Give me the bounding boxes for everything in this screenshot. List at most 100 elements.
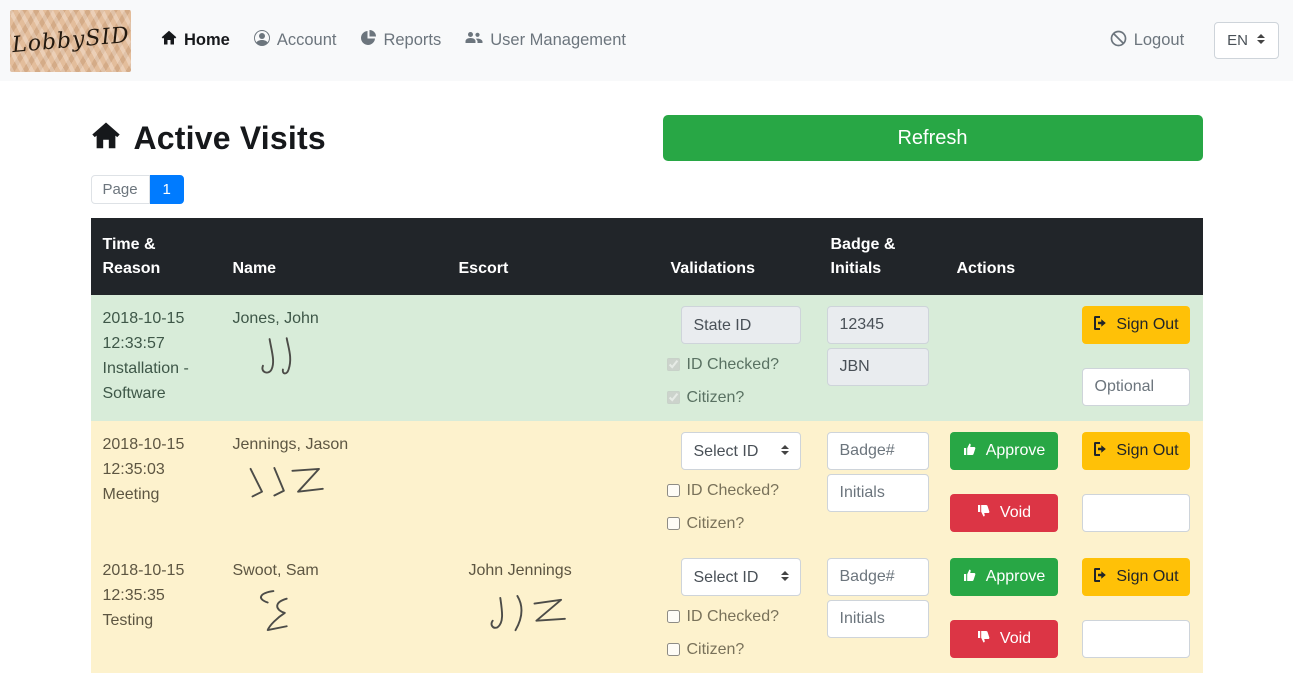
main-nav: Home Account Reports User Management: [153, 22, 634, 59]
col-header-actions: Actions: [945, 218, 1203, 295]
visitor-signature: [243, 587, 338, 637]
table-row: 2018-10-15 12:35:35 Testing Swoot, Sam J…: [91, 547, 1203, 673]
void-button[interactable]: Void: [950, 494, 1058, 532]
nav-item-label: Home: [184, 31, 230, 50]
nav-item-label: Reports: [383, 31, 441, 50]
visitor-name: Jennings, Jason: [233, 436, 349, 453]
time-reason-cell: 2018-10-15 12:35:35 Testing: [91, 547, 221, 673]
logout-label: Logout: [1134, 31, 1184, 50]
language-value: EN: [1227, 32, 1248, 49]
actions-cell: Approve Void Sign Out: [945, 547, 1203, 673]
home-icon: [161, 30, 177, 51]
visit-reason: Testing: [103, 608, 209, 633]
note-input[interactable]: [1082, 368, 1190, 406]
badge-input[interactable]: [827, 432, 929, 470]
visit-reason: Meeting: [103, 482, 209, 507]
name-cell: Jones, John: [221, 295, 447, 421]
page-title: Active Visits: [134, 120, 326, 157]
visit-date: 2018-10-15: [103, 432, 209, 457]
pie-chart-icon: [360, 30, 376, 51]
pagination: Page 1: [91, 175, 184, 204]
citizen-label: Citizen?: [667, 637, 813, 662]
void-button[interactable]: Void: [950, 620, 1058, 658]
col-header-validations: Validations: [659, 218, 819, 295]
nav-item-home[interactable]: Home: [153, 22, 238, 59]
col-header-badge-initials: Badge & Initials: [819, 218, 945, 295]
initials-input[interactable]: [827, 474, 929, 512]
note-input[interactable]: [1082, 620, 1190, 658]
logo-text: LobbySID: [11, 23, 131, 58]
nav-item-user-management[interactable]: User Management: [457, 22, 634, 59]
visit-date: 2018-10-15: [103, 558, 209, 583]
id-checked-checkbox[interactable]: [667, 610, 680, 623]
sign-out-button[interactable]: Sign Out: [1082, 432, 1190, 470]
col-header-name: Name: [221, 218, 447, 295]
thumbs-up-icon: [962, 567, 978, 588]
id-checked-checkbox[interactable]: [667, 484, 680, 497]
escort-name: John Jennings: [469, 562, 572, 579]
approve-button[interactable]: Approve: [950, 432, 1058, 470]
note-input[interactable]: [1082, 494, 1190, 532]
time-reason-cell: 2018-10-15 12:33:57 Installation - Softw…: [91, 295, 221, 421]
active-visits-table: Time & Reason Name Escort Validations Ba…: [91, 218, 1203, 673]
nav-item-reports[interactable]: Reports: [352, 22, 449, 59]
citizen-label: Citizen?: [667, 511, 813, 536]
id-checked-label: ID Checked?: [667, 478, 813, 503]
sign-out-icon: [1092, 441, 1108, 462]
updown-caret-icon: [1256, 32, 1266, 49]
badge-input[interactable]: [827, 558, 929, 596]
logo[interactable]: LobbySID: [10, 10, 131, 72]
id-type-value: Select ID: [694, 565, 759, 590]
navbar-right: Logout EN: [1102, 22, 1279, 60]
sign-out-button[interactable]: Sign Out: [1082, 558, 1190, 596]
visitor-name: Swoot, Sam: [233, 562, 319, 579]
badge-initials-cell: [819, 421, 945, 547]
name-cell: Jennings, Jason: [221, 421, 447, 547]
thumbs-down-icon: [976, 629, 992, 650]
logout-link[interactable]: Logout: [1102, 22, 1192, 60]
actions-cell: Approve Void Sign Out: [945, 421, 1203, 547]
actions-cell: Approve Void Sign Out: [945, 295, 1203, 421]
id-checked-label: ID Checked?: [667, 604, 813, 629]
page-label-button[interactable]: Page: [91, 175, 150, 204]
citizen-checkbox[interactable]: [667, 643, 680, 656]
id-type-select[interactable]: Select ID: [681, 558, 801, 596]
col-header-time-reason: Time & Reason: [91, 218, 221, 295]
citizen-checkbox[interactable]: [667, 517, 680, 530]
nav-item-account[interactable]: Account: [246, 22, 345, 59]
visitor-signature: [243, 461, 338, 511]
initials-input[interactable]: [827, 600, 929, 638]
navbar: LobbySID Home Account Reports User Manag…: [0, 0, 1293, 81]
id-type-select[interactable]: Select ID: [681, 432, 801, 470]
refresh-button[interactable]: Refresh: [663, 115, 1203, 161]
updown-caret-icon: [780, 439, 790, 464]
visit-time: 12:35:03: [103, 457, 209, 482]
validations-cell: Select ID ID Checked? Citizen?: [659, 421, 819, 547]
sign-out-icon: [1092, 567, 1108, 588]
thumbs-down-icon: [976, 503, 992, 524]
thumbs-up-icon: [962, 441, 978, 462]
visit-reason: Installation - Software: [103, 356, 209, 406]
sign-out-button[interactable]: Sign Out: [1082, 306, 1190, 344]
name-cell: Swoot, Sam: [221, 547, 447, 673]
page-number-button[interactable]: 1: [150, 175, 184, 204]
table-row: 2018-10-15 12:33:57 Installation - Softw…: [91, 295, 1203, 421]
time-reason-cell: 2018-10-15 12:35:03 Meeting: [91, 421, 221, 547]
visitor-signature: [243, 335, 338, 385]
table-row: 2018-10-15 12:35:03 Meeting Jennings, Ja…: [91, 421, 1203, 547]
badge-input: [827, 306, 929, 344]
visit-date: 2018-10-15: [103, 306, 209, 331]
approve-button[interactable]: Approve: [950, 558, 1058, 596]
id-checked-checkbox: [667, 358, 680, 371]
initials-input: [827, 348, 929, 386]
home-icon: [91, 121, 121, 156]
nav-item-label: Account: [277, 31, 337, 50]
citizen-checkbox: [667, 391, 680, 404]
updown-caret-icon: [780, 565, 790, 590]
language-select[interactable]: EN: [1214, 22, 1279, 59]
id-checked-label: ID Checked?: [667, 352, 813, 377]
col-header-escort: Escort: [447, 218, 659, 295]
badge-initials-cell: [819, 547, 945, 673]
escort-cell: [447, 421, 659, 547]
id-type-value: State ID: [694, 313, 752, 338]
